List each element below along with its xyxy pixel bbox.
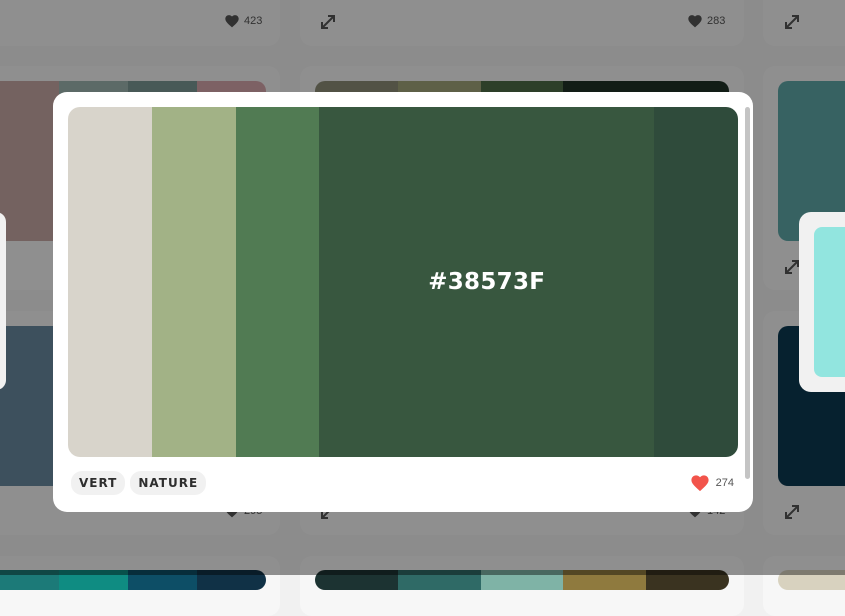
color-swatch[interactable] bbox=[235, 107, 320, 457]
next-palette-swatch[interactable] bbox=[814, 227, 845, 377]
like-count-value: 274 bbox=[715, 477, 734, 489]
color-swatch[interactable] bbox=[68, 107, 152, 457]
tag-nature[interactable]: NATURE bbox=[130, 471, 207, 495]
heart-icon bbox=[691, 475, 709, 492]
scrollbar[interactable] bbox=[745, 107, 750, 479]
palette-swatches: #38573F bbox=[68, 107, 738, 457]
color-swatch[interactable] bbox=[654, 107, 738, 457]
tag-vert[interactable]: VERT bbox=[71, 471, 126, 495]
color-swatch[interactable] bbox=[151, 107, 236, 457]
hex-code-label[interactable]: #38573F bbox=[428, 269, 545, 295]
previous-palette-preview[interactable] bbox=[0, 212, 6, 390]
color-swatch-active[interactable]: #38573F bbox=[319, 107, 655, 457]
tag-list: VERT NATURE bbox=[71, 471, 207, 495]
like-button[interactable]: 274 bbox=[690, 474, 734, 492]
palette-modal: #38573F VERT NATURE 274 bbox=[53, 92, 753, 512]
